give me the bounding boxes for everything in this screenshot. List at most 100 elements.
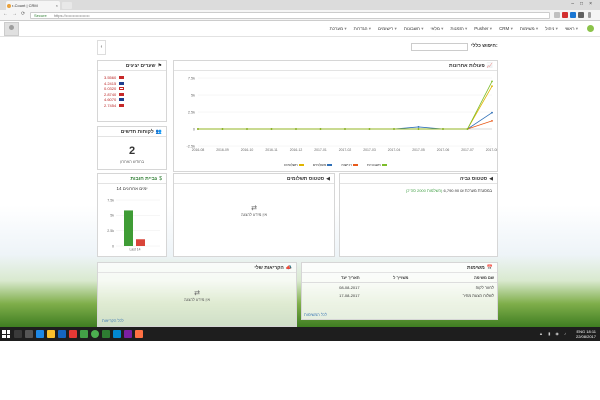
windows-start-icon[interactable] [2, 330, 10, 338]
nav-item-0[interactable]: ראשי [565, 25, 578, 33]
collection-status-title: סטטוס גביה [459, 176, 488, 182]
flag-icon [119, 92, 125, 96]
x-tick-label: 2016-08 [192, 148, 205, 152]
task-assignee [363, 283, 412, 292]
data-point [197, 128, 199, 130]
currency-card: שערים יציגים ⚑ 3.5560 4.2415 0.0320 2.874… [97, 60, 167, 122]
payments-status-title: סטטוס תשלומים [286, 176, 325, 182]
nav-item-5[interactable]: הזמנות [450, 25, 467, 33]
x-tick-label: 2017-08 [486, 148, 497, 152]
data-point [319, 128, 322, 130]
series-line [198, 120, 493, 130]
url-input[interactable]: Secure https://••••••••••••••••• [30, 12, 550, 19]
bar [136, 239, 145, 246]
tab-close-icon[interactable]: × [56, 1, 58, 10]
nav-item-3[interactable]: CRM [499, 25, 513, 33]
transfer-icon: ⇄ [251, 205, 257, 212]
avatar[interactable] [4, 22, 19, 36]
data-point [491, 119, 493, 122]
task-date: 08-08-2017 [339, 284, 360, 290]
folder-icon[interactable] [47, 330, 55, 338]
nav-menu: ראשי ניהול משימות CRM Pusher הזמנות מלאי… [330, 25, 594, 33]
flag-icon [119, 81, 125, 85]
x-tick-label: 2017-04 [388, 148, 401, 152]
address-bar: ←→⟳ Secure https://••••••••••••••••• [0, 10, 600, 21]
nav-buttons[interactable]: ←→⟳ [3, 11, 29, 17]
app-icon[interactable] [124, 330, 132, 338]
menu-icon[interactable] [588, 12, 591, 18]
new-leads-header: לקוחות חדשים 👥 [98, 127, 166, 137]
app-icon[interactable] [135, 330, 143, 338]
browser-tab[interactable]: r-Count | CRM × [6, 1, 60, 10]
data-point [417, 126, 420, 128]
data-point [491, 85, 493, 88]
megaphone-icon: 📣 [285, 265, 292, 271]
app-icon[interactable] [80, 330, 88, 338]
extension-icon[interactable] [578, 12, 584, 18]
legend-item[interactable]: חשבוניות [367, 163, 387, 167]
debt-collection-title: גביית חובות [130, 176, 158, 182]
search-label: חיפוש כללי: [471, 43, 498, 49]
extension-icon[interactable] [562, 12, 568, 18]
extension-icon[interactable] [570, 12, 576, 18]
nav-item-10[interactable]: מערכת [330, 25, 347, 33]
task-name: לשלוח הצעת מחיר [462, 292, 494, 298]
nav-item-1[interactable]: ניהול [545, 25, 558, 33]
legend-item[interactable]: משלוחים [313, 163, 333, 167]
new-leads-title: לקוחות חדשים [120, 129, 154, 135]
collection-status-label: במסגרת מערכת [464, 188, 492, 193]
flag-icon: ⚑ [157, 63, 162, 69]
tray-icons[interactable]: ▲ ▮ ◉ ♪ [539, 331, 568, 336]
tray-clock[interactable]: ENG 18:11 22/08/2017 [576, 329, 596, 339]
y-tick-label: 0 [193, 127, 195, 131]
chrome-icon[interactable] [91, 330, 99, 338]
search-icon[interactable] [14, 330, 22, 338]
star-icon[interactable] [554, 12, 560, 18]
x-tick-label: 2017-06 [437, 148, 450, 152]
column-header: שם משימה [411, 273, 497, 283]
nav-item-7[interactable]: חשבונות [404, 25, 424, 33]
search-input[interactable] [411, 43, 468, 51]
series-line [198, 85, 493, 130]
x-tick-label: Last 14 [129, 248, 140, 252]
column-header: תאריך יעד [302, 273, 363, 283]
app-icon[interactable] [58, 330, 66, 338]
task-view-icon[interactable] [25, 330, 33, 338]
secure-label: Secure [34, 13, 47, 18]
window-controls[interactable]: –□× [571, 1, 598, 7]
my-calls-card: הקריאות שלי 📣 ⇄ אין מידע להצגה לכל הקריאו… [97, 262, 297, 327]
currency-list: 3.5560 4.2415 0.0320 2.8740 4.6070 2.745… [98, 71, 166, 108]
legend-item[interactable]: תשלומים [284, 163, 304, 167]
legend-item[interactable]: רכישות [341, 163, 359, 167]
nav-item-4[interactable]: Pusher [474, 25, 492, 33]
new-tab-button[interactable] [62, 2, 72, 9]
new-leads-count: 2 [128, 145, 136, 157]
app-icon[interactable] [69, 330, 77, 338]
data-point [246, 128, 248, 130]
collection-status-line: במסגרת מערכת ₪ 6,790.90 (השלמות 2000 סה"… [340, 184, 497, 197]
all-calls-link[interactable]: לכל הקריאות [102, 318, 124, 323]
x-tick-label: 2017-03 [363, 148, 376, 152]
edge-icon[interactable] [36, 330, 44, 338]
collection-status-card: סטטוס גביה ◀ במסגרת מערכת ₪ 6,790.90 (השל… [339, 173, 498, 257]
series-line [198, 81, 493, 130]
app-icon[interactable] [102, 330, 110, 338]
screen: r-Count | CRM × –□× ←→⟳ Secure https://•… [0, 0, 600, 341]
data-point [393, 128, 395, 130]
series-line [198, 112, 493, 130]
nav-item-2[interactable]: משימות [520, 25, 538, 33]
table-row[interactable]: לשלוח הצעת מחיר 17-08-2017 [302, 291, 497, 299]
all-tasks-link[interactable]: לכל המשימות [304, 312, 327, 317]
y-tick-label: 5k [191, 93, 195, 97]
y-tick-label: 0 [112, 244, 114, 248]
data-point [221, 128, 224, 130]
nav-item-9[interactable]: הגדרות [354, 25, 371, 33]
table-row[interactable]: לחזור לקוח 08-08-2017 [302, 283, 497, 292]
browser-tabbar: r-Count | CRM × –□× [0, 0, 600, 10]
windows-taskbar: ▲ ▮ ◉ ♪ ENG 18:11 22/08/2017 [0, 327, 600, 341]
collapse-button[interactable]: ‹ [97, 40, 106, 55]
nav-item-8[interactable]: רישומים [378, 25, 397, 33]
x-tick-label: 2016-11 [265, 148, 277, 152]
app-icon[interactable] [113, 330, 121, 338]
nav-item-6[interactable]: מלאי [430, 25, 443, 33]
